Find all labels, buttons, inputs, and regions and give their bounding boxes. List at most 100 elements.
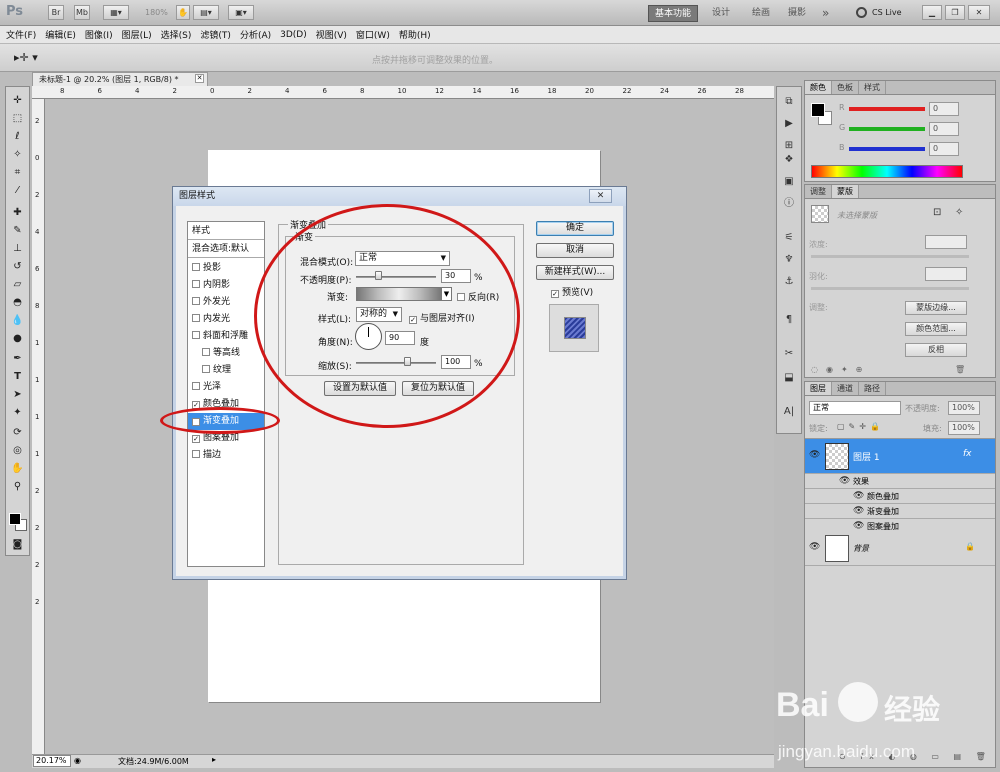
shape-tool-icon[interactable]: ✦ (9, 405, 26, 420)
pattern-overlay-visibility-icon[interactable]: 👁 (853, 521, 864, 531)
pixel-mask-icon[interactable]: ⊡ (933, 207, 941, 218)
color-spectrum-bar[interactable] (811, 165, 963, 178)
gradient-overlay-visibility-icon[interactable]: 👁 (853, 506, 864, 516)
mask-edge-button[interactable]: 蒙版边缘... (905, 301, 967, 315)
menu-3d[interactable]: 3D(D) (280, 30, 307, 40)
fill-input[interactable]: 100% (948, 421, 980, 435)
preview-checkbox-box[interactable]: ✓ (551, 290, 559, 298)
styles-header[interactable]: 样式 (188, 223, 264, 240)
fg-color-chip[interactable] (811, 103, 825, 117)
effects-row[interactable]: 👁 效果 (805, 474, 995, 489)
character-panel-icon[interactable]: A| (781, 405, 797, 419)
actions-panel-icon[interactable]: ▶ (781, 117, 797, 131)
document-tab[interactable]: 未标题-1 @ 20.2% (图层 1, RGB/8) * ✕ (32, 72, 208, 86)
style-item-checkbox[interactable] (192, 297, 200, 305)
tab-layers[interactable]: 图层 (805, 382, 832, 395)
lasso-tool-icon[interactable]: ℓ (9, 129, 26, 144)
layer1-visibility-icon[interactable]: 👁 (809, 450, 820, 460)
effects-visibility-icon[interactable]: 👁 (839, 476, 850, 486)
density-input[interactable] (925, 235, 967, 249)
style-item-checkbox[interactable] (202, 348, 210, 356)
layer1-fx-icon[interactable]: fx (963, 449, 972, 459)
style-item-checkbox[interactable] (192, 382, 200, 390)
color-overlay-visibility-icon[interactable]: 👁 (853, 491, 864, 501)
channel-value-input[interactable]: 0 (929, 122, 959, 136)
tools-panel-icon[interactable]: ✂ (781, 347, 797, 361)
style-item[interactable]: 光泽 (188, 379, 264, 396)
pen-tool-icon[interactable]: ✒ (9, 351, 26, 366)
close-window-button[interactable]: ✕ (968, 5, 990, 20)
eraser-tool-icon[interactable]: ▱ (9, 277, 26, 292)
tab-channels[interactable]: 通道 (832, 382, 859, 395)
menu-filter[interactable]: 滤镜(T) (200, 28, 231, 41)
view-extras-icon[interactable]: ▦▾ (103, 5, 129, 20)
quick-mask-icon[interactable]: ◙ (9, 537, 26, 552)
effect-row-color-overlay[interactable]: 👁 颜色叠加 (805, 489, 995, 504)
channel-slider[interactable] (849, 147, 925, 151)
ok-button[interactable]: 确定 (536, 221, 614, 236)
style-item-checkbox[interactable]: ✓ (192, 435, 200, 443)
layer-opacity-input[interactable]: 100% (948, 401, 980, 415)
zoom-input[interactable]: 20.17% (33, 755, 71, 767)
tab-paths[interactable]: 路径 (859, 382, 886, 395)
tab-swatches[interactable]: 色板 (832, 81, 859, 94)
style-item-checkbox[interactable] (192, 263, 200, 271)
screen-mode-icon[interactable]: ▣▾ (228, 5, 254, 20)
tool-presets-panel-icon[interactable]: ⚓ (781, 275, 797, 289)
3d-orbit-tool-icon[interactable]: ◎ (9, 443, 26, 458)
tab-adjustments[interactable]: 调整 (805, 185, 832, 198)
workspace-essentials[interactable]: 基本功能 (648, 5, 699, 22)
arrange-documents-icon[interactable]: ▤▾ (193, 5, 219, 20)
restore-window-button[interactable]: ❐ (945, 5, 965, 20)
style-item-checkbox[interactable] (192, 280, 200, 288)
workspace-photography[interactable]: 摄影 (782, 5, 812, 22)
density-slider[interactable] (811, 255, 969, 258)
layer-row-background[interactable]: 👁 背景 🔒 (805, 532, 995, 566)
dialog-close-button[interactable]: ✕ (589, 189, 612, 203)
zoom-tool-icon[interactable]: ⚲ (9, 479, 26, 494)
clone-source-panel-icon[interactable]: ♆ (781, 253, 797, 267)
clone-stamp-tool-icon[interactable]: ⊥ (9, 241, 26, 256)
status-menu-icon[interactable]: ◉ (74, 756, 81, 765)
blur-tool-icon[interactable]: 💧 (9, 313, 26, 328)
quick-select-tool-icon[interactable]: ✧ (9, 147, 26, 162)
feather-input[interactable] (925, 267, 967, 281)
style-item[interactable]: 外发光 (188, 294, 264, 311)
cs-live-label[interactable]: CS Live (872, 8, 902, 17)
move-tool-icon[interactable]: ✛ (9, 93, 26, 108)
style-item-checkbox[interactable] (202, 365, 210, 373)
info-panel-icon[interactable]: ▣ (781, 175, 797, 189)
blending-options-item[interactable]: 混合选项:默认 (188, 241, 264, 258)
menu-layer[interactable]: 图层(L) (122, 28, 152, 41)
menu-window[interactable]: 窗口(W) (356, 28, 390, 41)
cs-live-icon[interactable] (856, 7, 867, 18)
menu-analysis[interactable]: 分析(A) (240, 28, 271, 41)
mask-footer-icons[interactable]: ◌◉✦⊕ (811, 365, 870, 374)
history-brush-tool-icon[interactable]: ↺ (9, 259, 26, 274)
close-document-icon[interactable]: ✕ (195, 74, 204, 83)
invert-button[interactable]: 反相 (905, 343, 967, 357)
brush-tool-icon[interactable]: ✎ (9, 223, 26, 238)
paint-bucket-tool-icon[interactable]: ◓ (9, 295, 26, 310)
workspace-painting[interactable]: 绘画 (746, 5, 776, 22)
vector-mask-icon[interactable]: ✧ (955, 207, 963, 218)
type-tool-icon[interactable]: T (9, 369, 26, 384)
mini-bridge-panel-icon[interactable]: ⊞ (781, 139, 797, 153)
bridge-icon[interactable]: Br (48, 5, 64, 20)
crop-tool-icon[interactable]: ⌗ (9, 165, 26, 180)
3d-panel-icon[interactable]: ❖ (781, 153, 797, 167)
menu-select[interactable]: 选择(S) (161, 28, 192, 41)
tab-styles[interactable]: 样式 (859, 81, 886, 94)
style-item-checkbox[interactable] (192, 331, 200, 339)
layer-row-layer1[interactable]: 👁 图层 1 fx (805, 438, 995, 474)
navigator-panel-icon[interactable]: ⓘ (781, 197, 797, 211)
status-expand-icon[interactable]: ▸ (212, 755, 216, 764)
zoom-level-display[interactable]: 180% (145, 8, 168, 17)
tab-color[interactable]: 颜色 (805, 81, 832, 94)
layer-blend-mode-select[interactable]: 正常 (809, 401, 901, 415)
3d-rotate-tool-icon[interactable]: ⟳ (9, 425, 26, 440)
eyedropper-tool-icon[interactable]: ⁄ (9, 183, 26, 198)
paragraph-panel-icon[interactable]: ¶ (781, 313, 797, 327)
channel-value-input[interactable]: 0 (929, 142, 959, 156)
marquee-tool-icon[interactable]: ⬚ (9, 111, 26, 126)
